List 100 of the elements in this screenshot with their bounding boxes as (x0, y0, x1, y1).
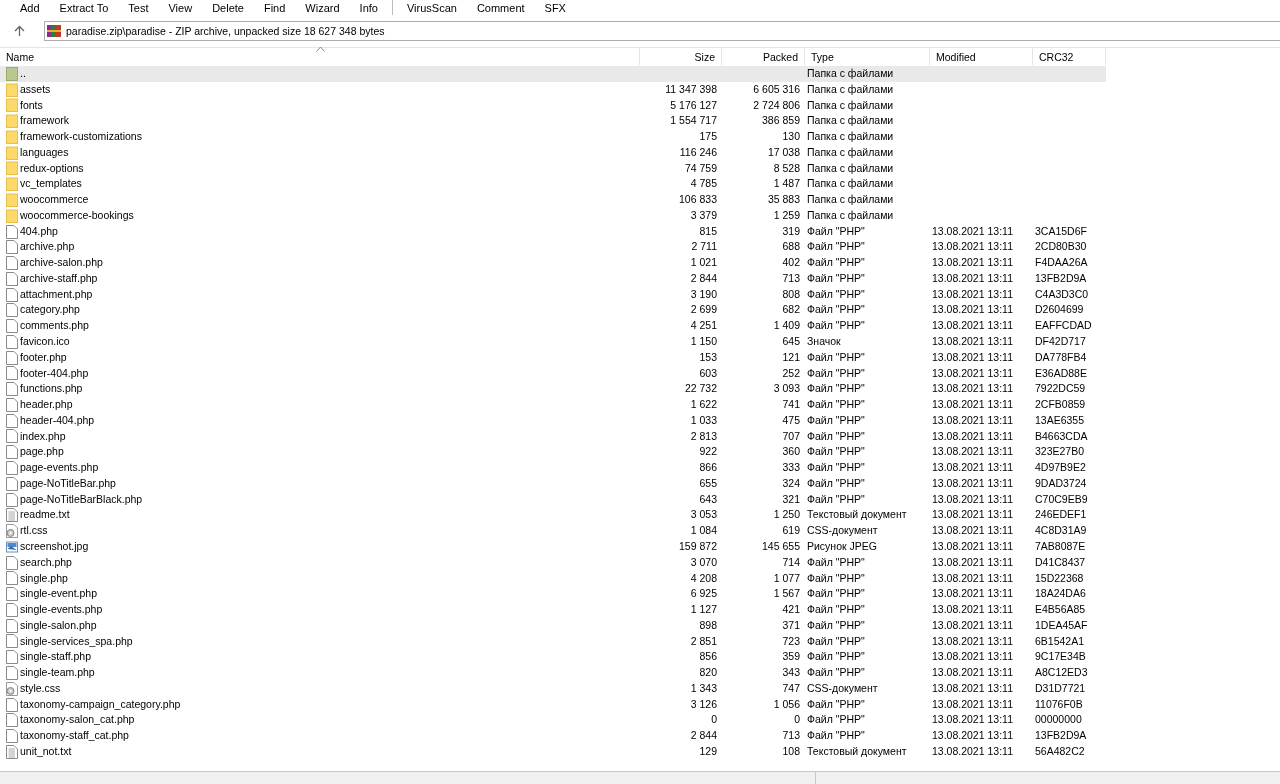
file-icon (6, 413, 18, 428)
table-cell-text: 323E27B0 (1034, 444, 1086, 460)
file-name: single-events.php (20, 602, 103, 618)
table-cell-text: 00000000 (1034, 712, 1083, 728)
table-cell-text: Файл "PHP" (806, 255, 866, 271)
file-name: header-404.php (20, 412, 95, 428)
file-name: woocommerce (20, 192, 89, 208)
table-cell-text: 4 251 (689, 318, 718, 334)
table-cell-text: 3 379 (689, 207, 718, 223)
table-cell-text: 13.08.2021 13:11 (931, 696, 1014, 712)
table-cell-text: 1 021 (689, 255, 718, 271)
table-cell-text: 130 (781, 129, 801, 145)
file-name: single.php (20, 570, 68, 586)
toolbar-button[interactable]: Comment (469, 0, 532, 15)
toolbar-button[interactable]: VirusScan (399, 0, 464, 15)
toolbar-button[interactable]: SFX (537, 0, 573, 15)
table-cell-text: 145 655 (761, 538, 801, 554)
table-cell-text: Папка с файлами (806, 207, 895, 223)
file-name: 404.php (20, 223, 58, 239)
file-name: woocommerce-bookings (20, 207, 134, 223)
table-cell-text: 2 844 (689, 270, 718, 286)
table-cell-text: Файл "PHP" (806, 696, 866, 712)
table-cell-text: Папка с файлами (806, 97, 895, 113)
table-cell-text: 7AB8087E (1034, 538, 1087, 554)
table-cell-text: 3 070 (689, 554, 718, 570)
table-cell-text: F4DAA26A (1034, 255, 1089, 271)
file-icon (6, 224, 18, 239)
table-cell-text: Папка с файлами (806, 81, 895, 97)
table-cell-text: Рисунок JPEG (806, 538, 878, 554)
table-cell-text: 688 (781, 239, 801, 255)
table-cell-text: 13AE6355 (1034, 412, 1086, 428)
file-icon (6, 476, 18, 491)
table-cell-text: Значок (806, 334, 842, 349)
table-cell-text: 13.08.2021 13:11 (931, 491, 1014, 507)
table-cell-text: Файл "PHP" (806, 412, 866, 428)
table-cell-text: 246EDEF1 (1034, 507, 1088, 523)
table-cell-text: 15D22368 (1034, 570, 1085, 586)
table-cell-text: 13.08.2021 13:11 (931, 665, 1014, 681)
file-icon (6, 319, 18, 334)
table-cell-text: 13FB2D9A (1034, 728, 1088, 744)
file-icon (6, 350, 18, 365)
table-cell-text: Файл "PHP" (806, 491, 866, 507)
file-name: single-team.php (20, 665, 95, 681)
table-cell-text: 7922DC59 (1034, 381, 1087, 397)
file-icon (6, 445, 18, 460)
table-cell-text: 707 (781, 428, 801, 444)
folder-icon (6, 177, 18, 192)
file-name: readme.txt (20, 507, 70, 523)
table-cell-text: 13.08.2021 13:11 (931, 507, 1014, 523)
toolbar-button[interactable]: Extract To (52, 0, 116, 15)
table-cell-text: C70C9EB9 (1034, 491, 1089, 507)
toolbar-button[interactable]: Find (256, 0, 293, 15)
toolbar-button[interactable]: Info (352, 0, 385, 15)
table-cell-text: 4 785 (689, 176, 718, 192)
table-cell-text: 13.08.2021 13:11 (931, 538, 1014, 554)
table-cell-text: 1 567 (772, 586, 801, 602)
toolbar-button[interactable]: Wizard (298, 0, 347, 15)
toolbar-button[interactable]: Test (121, 0, 156, 15)
file-name: single-staff.php (20, 649, 92, 665)
toolbar-button[interactable]: Add (13, 0, 47, 15)
folder-icon (6, 114, 18, 129)
toolbar-button[interactable]: Delete (205, 0, 251, 15)
file-icon (6, 461, 18, 475)
file-name: attachment.php (20, 286, 93, 302)
file-name: page-NoTitleBarBlack.php (20, 491, 143, 507)
file-name: page.php (20, 444, 64, 460)
table-cell-text: 922 (698, 444, 718, 460)
file-name: style.css (20, 680, 61, 696)
table-cell-text: CSS-документ (806, 680, 879, 696)
file-name: assets (20, 81, 51, 97)
table-cell-text: 747 (781, 680, 801, 696)
table-cell-text: 359 (781, 649, 801, 665)
table-cell-text: 714 (781, 554, 801, 570)
table-cell-text: 35 883 (766, 192, 801, 208)
file-name: vc_templates (20, 176, 82, 192)
table-cell-text: 13.08.2021 13:11 (931, 428, 1014, 444)
table-cell-text: 2 711 (690, 239, 718, 255)
file-icon (6, 271, 18, 286)
table-cell-text: 13.08.2021 13:11 (931, 554, 1014, 570)
file-row[interactable]: .. Папка с файлами (0, 66, 1106, 82)
table-cell-text: 13.08.2021 13:11 (931, 397, 1014, 413)
table-cell-text: Файл "PHP" (806, 318, 866, 334)
table-cell-text: 13.08.2021 13:11 (931, 381, 1014, 397)
file-name: languages (20, 144, 69, 160)
table-cell-text: Файл "PHP" (806, 239, 866, 255)
table-cell-text: Файл "PHP" (806, 649, 866, 665)
table-cell-text: 808 (781, 286, 801, 302)
address-field[interactable]: paradise.zip\paradise - ZIP archive, unpacked size 18 627 348 bytes (44, 21, 1280, 41)
table-cell-text: 713 (781, 270, 801, 286)
table-cell-text: 13.08.2021 13:11 (931, 412, 1014, 428)
file-name: footer-404.php (20, 365, 89, 381)
table-cell-text: 856 (698, 649, 718, 665)
file-name: screenshot.jpg (20, 538, 89, 554)
toolbar-button[interactable]: View (161, 0, 200, 15)
file-name: page-NoTitleBar.php (20, 475, 116, 491)
file-name: single-services_spa.php (20, 633, 133, 649)
table-cell-text: 11076F0B (1034, 696, 1084, 712)
table-cell-text: 2 851 (689, 633, 718, 649)
table-cell-text: D31D7721 (1034, 680, 1087, 696)
table-cell-text: Файл "PHP" (806, 428, 866, 444)
